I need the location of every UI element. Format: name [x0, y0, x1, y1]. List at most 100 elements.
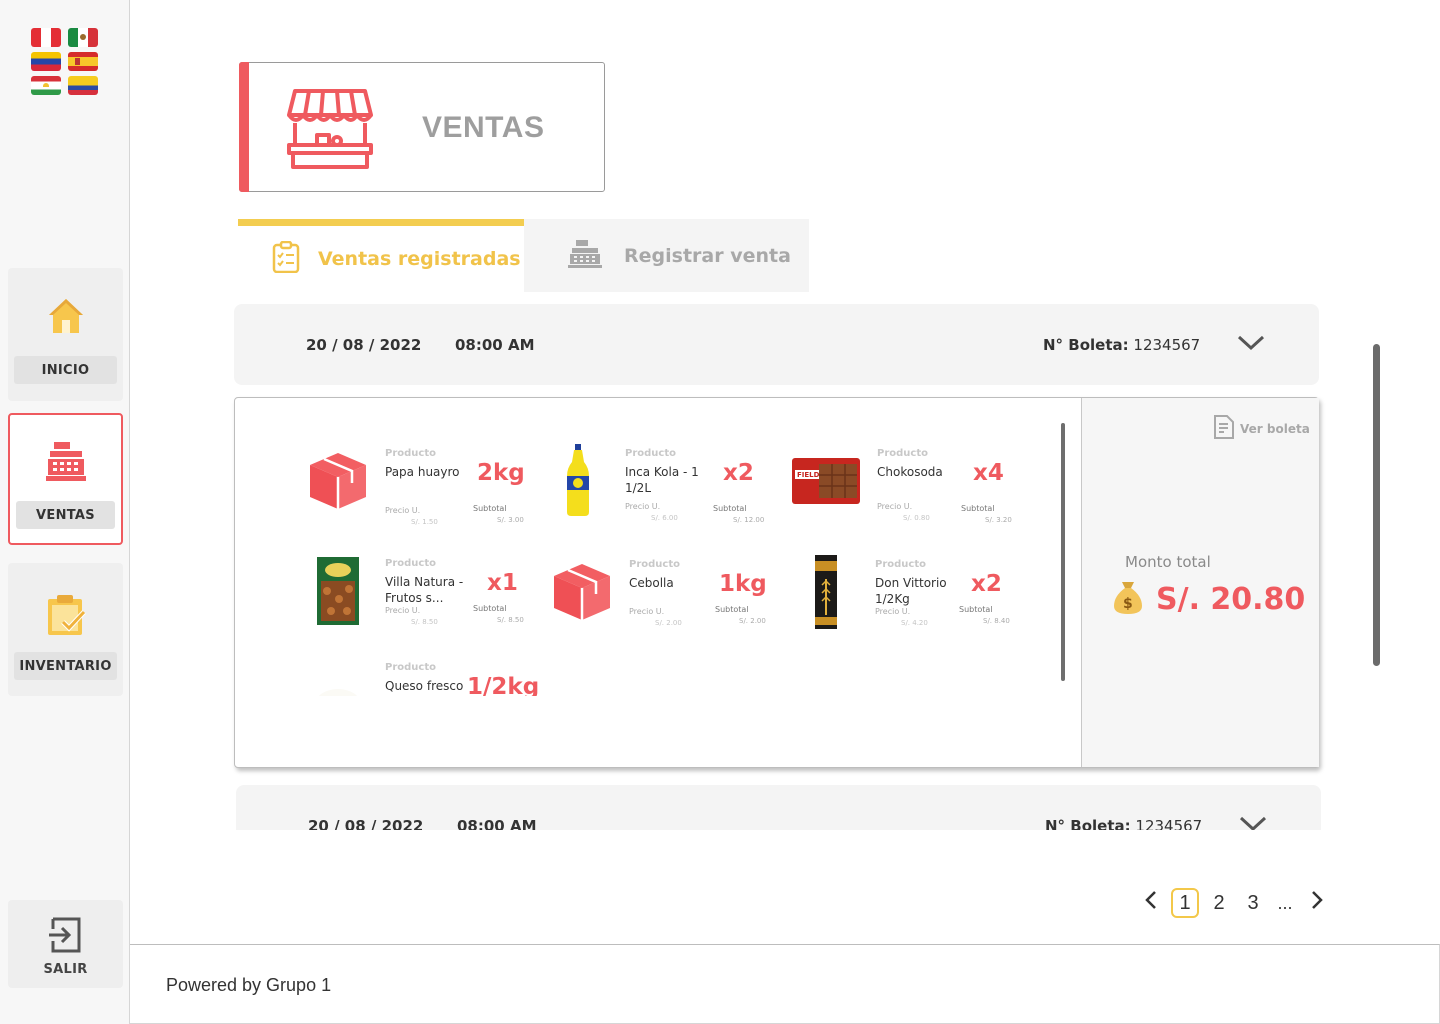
unit-price-label: Precio U. [875, 607, 911, 616]
product-qty: 2kg [477, 460, 525, 486]
page-1-button[interactable]: 1 [1171, 888, 1199, 918]
sales-list-clip: 20 / 08 / 2022 08:00 AM N° Boleta: 12345… [236, 785, 1321, 830]
logout-icon [8, 915, 123, 955]
subtotal-value: S/. 12.00 [733, 516, 765, 524]
sale-items-list: Producto Papa huayro 2kg Precio U. S/. 1… [235, 398, 1081, 767]
boleta-value: 1234567 [1133, 336, 1201, 354]
section-header-card: VENTAS [239, 62, 605, 192]
nav-inventario[interactable]: INVENTARIO [8, 563, 123, 696]
subtotal-value: S/. 2.00 [739, 617, 766, 625]
flag-colombia[interactable] [68, 76, 98, 95]
product-label: Producto [629, 559, 680, 570]
product-qty: x4 [973, 460, 1004, 486]
nav-ventas[interactable]: VENTAS [8, 413, 123, 545]
soda-bottle-icon [545, 444, 611, 518]
unit-price-label: Precio U. [877, 502, 913, 511]
nav-inicio[interactable]: INICIO [8, 268, 123, 401]
footer: Powered by Grupo 1 [130, 944, 1440, 1024]
subtotal-label: Subtotal [715, 605, 749, 614]
next-page-chevron-icon[interactable] [1300, 890, 1334, 916]
language-flags [31, 28, 101, 95]
receipt-icon [1212, 414, 1236, 443]
home-icon [8, 296, 123, 336]
subtotal-label: Subtotal [713, 504, 747, 513]
page-2-button[interactable]: 2 [1202, 892, 1236, 915]
pasta-pack-icon [793, 555, 859, 629]
flag-mexico[interactable] [68, 28, 98, 47]
product-name: Villa Natura - Frutos s... [385, 575, 464, 605]
chevron-down-icon[interactable] [1237, 334, 1265, 356]
sale-summary: Ver boleta Monto total $ S/. 20.80 [1081, 398, 1319, 767]
total-row: $ S/. 20.80 [1112, 578, 1305, 620]
subtotal-label: Subtotal [473, 604, 507, 613]
list-item: Producto Cebolla 1kg Precio U. S/. 2.00 … [549, 555, 789, 645]
unit-price-label: Precio U. [625, 502, 661, 511]
product-name: Queso fresco [385, 679, 464, 693]
sidebar: INICIO VENTAS INVENTARIO SALIR [0, 0, 130, 1024]
page-3-button[interactable]: 3 [1236, 892, 1270, 915]
flag-tajikistan[interactable] [31, 76, 61, 95]
flag-peru[interactable] [31, 28, 61, 47]
sale-detail-panel: Producto Papa huayro 2kg Precio U. S/. 1… [234, 397, 1319, 768]
unit-price: S/. 8.50 [411, 618, 438, 626]
total-value: S/. 20.80 [1156, 581, 1306, 617]
nav-salir-label: SALIR [43, 961, 88, 977]
product-name: Papa huayro [385, 465, 460, 479]
sale-time: 08:00 AM [455, 336, 535, 354]
boleta-label: N° Boleta: [1043, 336, 1129, 354]
unit-price: S/. 4.20 [901, 619, 928, 627]
boleta-value: 1234567 [1135, 817, 1203, 830]
product-qty: 1kg [719, 571, 767, 597]
sale-boleta: N° Boleta: 1234567 [1045, 817, 1202, 830]
cookie-pack-icon: FIELD [791, 444, 861, 518]
pagination: 1 2 3 ... [1134, 886, 1334, 920]
items-scrollbar[interactable] [1061, 423, 1065, 681]
list-item: FIELD Producto Chokosoda x4 Precio U. S/… [791, 444, 1031, 534]
product-name: Inca Kola - 1 1/2L [625, 465, 699, 495]
subtotal-label: Subtotal [959, 605, 993, 614]
sale-row-header[interactable]: 20 / 08 / 2022 08:00 AM N° Boleta: 12345… [236, 785, 1321, 830]
tab-ventas-registradas[interactable]: Ventas registradas [238, 219, 524, 292]
page-scrollbar[interactable] [1373, 344, 1380, 666]
product-label: Producto [625, 448, 676, 459]
subtotal-value: S/. 3.20 [985, 516, 1012, 524]
nav-salir[interactable]: SALIR [8, 900, 123, 988]
nav-inicio-label: INICIO [14, 356, 117, 384]
unit-price: S/. 0.80 [903, 514, 930, 522]
unit-price-label: Precio U. [385, 606, 421, 615]
product-label: Producto [385, 662, 436, 673]
page-title: VENTAS [422, 111, 545, 144]
product-name: Chokosoda [877, 465, 943, 479]
subtotal-value: S/. 8.50 [497, 616, 524, 624]
ver-boleta-button[interactable]: Ver boleta [1212, 414, 1310, 443]
unit-price: S/. 6.00 [651, 514, 678, 522]
total-label: Monto total [1125, 553, 1211, 571]
tab-registrar-venta-label: Registrar venta [624, 244, 791, 267]
list-item: Producto Villa Natura - Frutos s... x1 P… [305, 554, 545, 644]
svg-text:FIELD: FIELD [797, 471, 820, 479]
clipboard-list-icon [272, 240, 300, 277]
flag-spain[interactable] [68, 52, 98, 71]
list-item: Producto Don Vittorio 1/2Kg x2 Precio U.… [793, 555, 1033, 645]
unit-price: S/. 1.50 [411, 518, 438, 526]
subtotal-label: Subtotal [961, 504, 995, 513]
subtotal-value: S/. 8.40 [983, 617, 1010, 625]
flag-venezuela[interactable] [31, 52, 61, 71]
snack-bag-icon [305, 554, 371, 628]
footer-text: Powered by Grupo 1 [166, 975, 332, 995]
unit-price-label: Precio U. [629, 607, 665, 616]
sale-time: 08:00 AM [457, 817, 537, 830]
store-icon [285, 85, 375, 175]
product-qty: x2 [971, 571, 1002, 597]
chevron-down-icon[interactable] [1239, 815, 1267, 830]
tab-registrar-venta[interactable]: Registrar venta [524, 219, 809, 292]
sale-boleta: N° Boleta: 1234567 [1043, 336, 1200, 354]
list-item: Producto Queso fresco 1/2kg [305, 658, 545, 696]
list-item: Producto Papa huayro 2kg Precio U. S/. 1… [305, 444, 545, 534]
cheese-icon [305, 666, 371, 696]
product-qty: x1 [487, 570, 518, 596]
box-icon [549, 555, 615, 629]
prev-page-chevron-icon[interactable] [1134, 890, 1168, 916]
product-label: Producto [385, 448, 436, 459]
sale-row-header[interactable]: 20 / 08 / 2022 08:00 AM N° Boleta: 12345… [234, 304, 1319, 385]
